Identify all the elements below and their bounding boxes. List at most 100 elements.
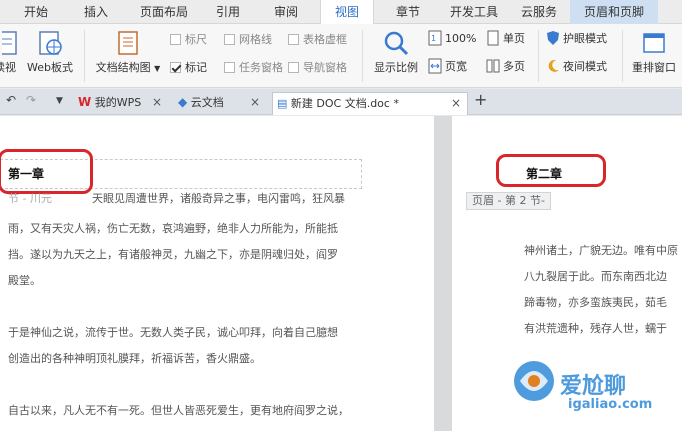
tab-references[interactable]: 引用 (208, 0, 248, 24)
tab-review[interactable]: 审阅 (264, 0, 308, 24)
paragraph-line: 有洪荒遗种，残存人世，蠕于 (524, 322, 667, 335)
multi-page-label: 多页 (503, 60, 525, 73)
wps-logo-icon: W (78, 95, 92, 109)
eye-mode-button[interactable]: 护眼模式 (546, 30, 607, 48)
header-label: 节 - 川元 (8, 192, 52, 205)
web-layout-icon (39, 31, 62, 55)
svg-text:1: 1 (431, 34, 436, 43)
rearrange-window-label: 重排窗口 (632, 61, 676, 74)
cloud-doc-icon: ◆ (178, 95, 188, 109)
tab-view[interactable]: 视图 (320, 0, 374, 25)
night-mode-button[interactable]: 夜间模式 (546, 58, 607, 76)
checkbox-box (224, 62, 235, 73)
paragraph-line: 挡。遂以为九天之上，有诸般神灵，九幽之下，亦是阴魂归处，阎罗 (8, 248, 338, 261)
night-mode-label: 夜间模式 (563, 60, 607, 73)
ribbon-separator (538, 30, 539, 82)
redo-icon[interactable]: ↷ (26, 93, 36, 107)
close-icon[interactable]: × (152, 92, 162, 113)
new-tab-button[interactable]: + (474, 90, 487, 109)
tab-developer[interactable]: 开发工具 (442, 0, 506, 24)
checkbox-box (288, 34, 299, 45)
tab-chapter[interactable]: 章节 (386, 0, 430, 24)
close-icon[interactable]: × (451, 93, 461, 114)
document-workspace: 第一章 节 - 川元 天眼见周遭世界，诸般奇异之事，电闪雷鸣，狂风暴 雨，又有天… (0, 116, 682, 431)
tab-page-layout[interactable]: 页面布局 (132, 0, 196, 24)
tab-start[interactable]: 开始 (14, 0, 58, 24)
paragraph-line: 创造出的各种神明顶礼膜拜，祈福诉苦，香火鼎盛。 (8, 352, 261, 365)
tab-cloud-service[interactable]: 云服务 (514, 0, 564, 24)
watermark-site-url: igaliao.com (568, 397, 653, 412)
tab-insert[interactable]: 插入 (74, 0, 118, 24)
zoom-label: 显示比例 (374, 61, 418, 74)
tab-new-doc-label: 新建 DOC 文档.doc * (290, 97, 399, 110)
web-layout-label: Web板式 (27, 61, 73, 74)
checkbox-box (170, 62, 181, 73)
tab-cloud-docs[interactable]: ◆ 云文档 × (174, 92, 266, 115)
checkbox-box (288, 62, 299, 73)
task-pane-label: 任务窗格 (239, 61, 283, 74)
magnifier-icon (384, 31, 409, 56)
paragraph-line: 殿堂。 (8, 274, 41, 287)
page-width-label: 页宽 (445, 60, 467, 73)
shield-icon (547, 31, 559, 45)
document-tab-bar: ↶ ↷ ▼ W 我的WPS × ◆ 云文档 × ▤ 新建 DOC 文档.doc … (0, 89, 682, 115)
nav-pane-checkbox[interactable]: 导航窗格 (288, 60, 347, 76)
tab-my-wps[interactable]: W 我的WPS × (74, 92, 168, 115)
doc-map-button[interactable]: 文档结构图 ▼ (92, 30, 164, 75)
watermark-site-name: 爱尬聊 (560, 374, 627, 399)
ruler-label: 标尺 (185, 33, 207, 46)
zoom-100-button[interactable]: 1 100% (428, 30, 476, 48)
marks-checkbox[interactable]: 标记 (170, 60, 207, 76)
read-mode-icon (2, 31, 17, 55)
window-icon (643, 33, 665, 53)
watermark-logo-icon (514, 361, 554, 401)
tab-cloud-docs-label: 云文档 (190, 96, 224, 109)
page-100-icon: 1 (428, 30, 442, 46)
page-width-button[interactable]: 页宽 (428, 58, 467, 76)
tab-new-doc[interactable]: ▤ 新建 DOC 文档.doc * × (272, 92, 468, 115)
marks-label: 标记 (185, 61, 207, 74)
paragraph-line: 神州诸土，广貌无边。唯有中原 (524, 244, 678, 257)
task-pane-checkbox[interactable]: 任务窗格 (224, 60, 283, 76)
menu-bar: 开始 插入 页面布局 引用 审阅 视图 章节 开发工具 云服务 页眉和页脚 (0, 0, 682, 25)
chevron-down-icon: ▼ (154, 64, 161, 73)
read-mode-label: 读视 (0, 61, 16, 74)
zoom-button[interactable]: 显示比例 (370, 30, 422, 75)
checkbox-box (170, 34, 181, 45)
paragraph-line: 蹄毒物，亦多蛮族夷民，茹毛 (524, 296, 667, 309)
page-width-icon (428, 58, 442, 74)
single-page-label: 单页 (503, 32, 525, 45)
rearrange-window-button[interactable]: 重排窗口 (626, 30, 682, 75)
checkbox-box (224, 34, 235, 45)
doc-map-label: 文档结构图 (95, 61, 151, 74)
single-page-button[interactable]: 单页 (486, 30, 525, 48)
paragraph-line: 八九裂居于此。而东南西北边 (524, 270, 667, 283)
doc-map-icon (118, 31, 138, 55)
paragraph-line: 于是神仙之说，流传于世。无数人类子民，诚心叩拜，向着自己臆想 (8, 326, 338, 339)
eye-mode-label: 护眼模式 (563, 32, 607, 45)
tab-my-wps-label: 我的WPS (94, 96, 142, 109)
multi-page-button[interactable]: 多页 (486, 58, 525, 76)
moon-icon (548, 59, 559, 72)
paragraph-line: 雨，又有天灾人祸，伤亡无数，哀鸿遍野，绝非人力所能为，所能抵 (8, 222, 338, 235)
read-mode-button[interactable]: 读视 (0, 30, 22, 75)
ribbon-view: 读视 Web板式 文档结构图 ▼ 标尺 网格线 表格虚框 标记 任务窗格 导航窗… (0, 24, 682, 88)
close-icon[interactable]: × (250, 92, 260, 113)
paragraph-line: 自古以来，凡人无不有一死。但世人皆恶死爱生，更有地府阎罗之说， (8, 404, 349, 417)
table-borders-checkbox[interactable]: 表格虚框 (288, 32, 347, 48)
ribbon-separator (622, 30, 623, 82)
doc-file-icon: ▤ (277, 97, 288, 110)
gridlines-checkbox[interactable]: 网格线 (224, 32, 272, 48)
header-section-tag: 页眉 - 第 2 节- (466, 192, 551, 210)
web-layout-button[interactable]: Web板式 (24, 30, 76, 75)
page-1[interactable]: 第一章 节 - 川元 天眼见周遭世界，诸般奇异之事，电闪雷鸣，狂风暴 雨，又有天… (0, 116, 434, 431)
table-borders-label: 表格虚框 (303, 33, 347, 46)
ribbon-separator (84, 30, 85, 82)
tab-header-footer[interactable]: 页眉和页脚 (570, 0, 658, 24)
zoom-100-label: 100% (445, 32, 477, 45)
multi-page-icon (486, 59, 500, 73)
chevron-down-icon[interactable]: ▼ (56, 96, 63, 106)
single-page-icon (487, 30, 499, 46)
ruler-checkbox[interactable]: 标尺 (170, 32, 207, 48)
undo-icon[interactable]: ↶ (6, 93, 16, 107)
